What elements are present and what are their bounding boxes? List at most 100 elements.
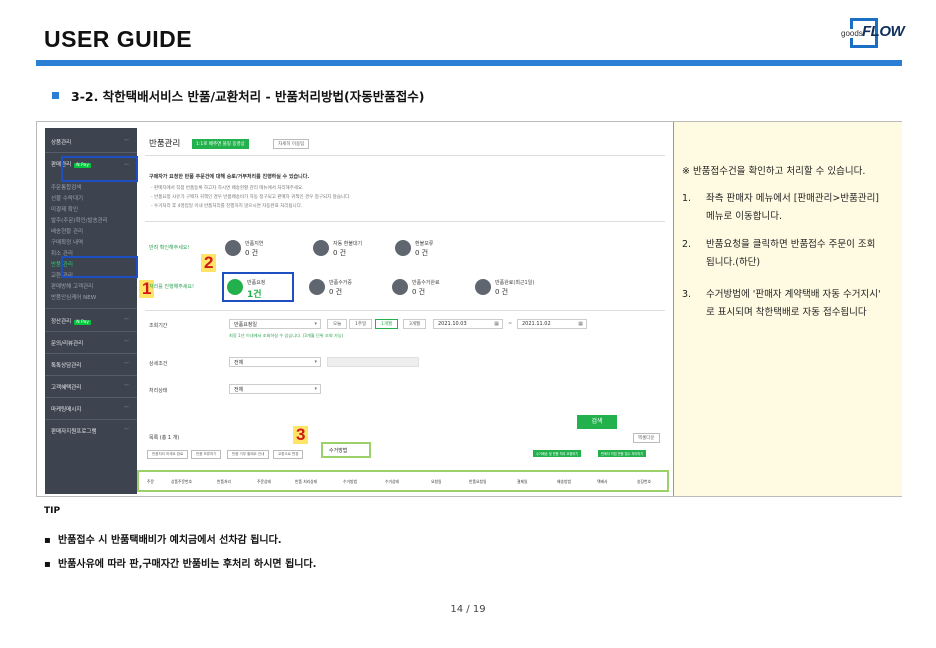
detail-condition-select[interactable]: 전체 ▾ (229, 357, 321, 367)
status-collected[interactable]: 반품수거완료 0 건 (392, 279, 462, 297)
goodsflow-logo: goods FLOW (840, 18, 905, 52)
document-icon (395, 240, 411, 256)
note-number: 3. (682, 289, 692, 300)
note-number: 2. (682, 239, 692, 250)
column-header: 수거방법 (343, 479, 357, 484)
help-button[interactable]: 자세히 이용팁 (273, 139, 310, 149)
list-count: 목록 (총 1 개) (149, 435, 180, 441)
column-header: 반품처리 (217, 479, 231, 484)
bullet-square-icon (52, 92, 59, 99)
status-label: 자동 환불대기 (333, 241, 363, 247)
chevron-down-icon: ▾ (314, 359, 317, 365)
chevron-down-icon: ▾ (314, 386, 317, 392)
divider (145, 221, 665, 222)
sidebar-divider (45, 397, 137, 398)
sidebar-item-talktalk[interactable]: 톡톡상담관리 ﹀ (45, 361, 137, 369)
sidebar-subitem[interactable]: 구매확정 내역 (45, 238, 137, 246)
sidebar-subitem[interactable]: 미결제 확인 (45, 205, 137, 213)
sidebar-item-reviews[interactable]: 문의/리뷰관리 ﹀ (45, 339, 137, 347)
sidebar-subitem[interactable]: 배송현황 관리 (45, 227, 137, 235)
status-return-done[interactable]: 반품완료(최근1일) 0 건 (475, 279, 545, 297)
date-separator: ~ (508, 321, 513, 327)
request-collect-button[interactable]: 수거배송 및 반품 처리 요청하기 (533, 450, 582, 457)
page-number: 14 / 19 (450, 604, 486, 615)
bullet-icon: ▪ (44, 559, 51, 570)
excel-download-button[interactable]: 엑셀다운 (633, 433, 660, 443)
date-to-input[interactable]: 2021.11.02 ▦ (517, 319, 587, 329)
date-from-input[interactable]: 2021.10.03 ▦ (433, 319, 503, 329)
bullet-icon: ▪ (44, 535, 51, 546)
note-item-3: 3. 수거방법에 '판매자 계약택배 자동 수거지시' 로 표시되며 착한택배로 … (682, 286, 898, 322)
sidebar-subitem[interactable]: 반품안심케어 NEW (45, 293, 137, 301)
column-header: 수거상태 (385, 479, 399, 484)
note-text: 로 표시되며 착한택배로 자동 접수됩니다 (706, 307, 867, 318)
column-header: 반품 처리상태 (295, 479, 318, 484)
sidebar-item-settlement[interactable]: 정산관리 N Pay ﹀ (45, 317, 137, 325)
list-action-button[interactable]: 반품 거부 할래요 안내 (227, 450, 270, 459)
info-line: - 수거처리 후 4영업일 이내 반품처리를 진행하지 않으시면 자동완료 처리… (151, 204, 303, 209)
step-marker-2: 2 (201, 254, 217, 272)
sidebar-item-product[interactable]: 상품관리 ﹀ (45, 138, 137, 146)
process-status-select[interactable]: 전체 ▾ (229, 384, 321, 394)
list-action-button[interactable]: 교환으로 변경 (273, 450, 304, 459)
doc-title: USER GUIDE (44, 26, 193, 52)
note-text: 반품요청을 클릭하면 반품접수 주문이 조회 (706, 239, 876, 250)
status-label: 반품수거완료 (412, 280, 440, 286)
sidebar-item-marketing[interactable]: 마케팅메시지 ﹀ (45, 405, 137, 413)
info-heading: 구매자가 요청한 반품 주문건에 대해 승로/거부처리를 진행하실 수 있습니다… (149, 174, 310, 180)
collect-method-highlight: 수거방법 (321, 442, 371, 458)
guide-video-button[interactable]: 1:1로 배추면 블링 동영상 (192, 139, 249, 149)
note-heading: ※ 반품접수건을 확인하고 처리할 수 있습니다. (682, 166, 866, 177)
list-action-button[interactable]: 반품 보류하기 (191, 450, 222, 459)
period-today-button[interactable]: 오늘 (327, 319, 348, 329)
sidebar-item-benefits[interactable]: 고객혜택관리 ﹀ (45, 383, 137, 391)
section-title: 3-2. 착한택배서비스 반품/교환처리 - 반품처리방법(자동반품접수) (52, 86, 424, 105)
period-week-button[interactable]: 1주일 (349, 319, 373, 329)
divider (145, 310, 665, 311)
content-frame: 상품관리 ﹀ 판매관리 N Pay ︿ 주문통합검색 선물 수락대기 미결제 확인 발… (36, 121, 902, 497)
column-header: 배송방법 (557, 479, 571, 484)
sidebar-item-support[interactable]: 판매자지원프로그램 ﹀ (45, 427, 137, 435)
note-item-2: 2. 반품요청을 클릭하면 반품접수 주문이 조회 됩니다.(하단) (682, 236, 898, 272)
status-label: 반품수거중 (329, 280, 353, 286)
section-title-text: 3-2. 착한택배서비스 반품/교환처리 - 반품처리방법(자동반품접수) (71, 89, 425, 104)
period-3month-button[interactable]: 3개월 (403, 319, 427, 329)
period-month-button[interactable]: 1개월 (375, 319, 399, 329)
sidebar-subitem[interactable]: 주문통합검색 (45, 183, 137, 191)
list-action-button[interactable]: 반품처리 하세요 완료 (147, 450, 189, 459)
process-status-label: 처리상태 (149, 388, 168, 394)
detail-condition-label: 상세조건 (149, 361, 168, 367)
sidebar-divider (45, 152, 137, 153)
sidebar-subitem[interactable]: 발주(주문)확인/발송관리 (45, 216, 137, 224)
calendar-icon: ▦ (494, 321, 499, 327)
direct-receive-button[interactable]: 판매자 직접 반품 접수 처리하기 (598, 450, 647, 457)
status-count: 0 건 (329, 288, 343, 296)
hourglass-icon (225, 240, 241, 256)
highlight-returns-menu (61, 256, 138, 278)
tip-bullet-1: ▪ 반품접수 시 반품택배비가 예치금에서 선차감 됩니다. (44, 531, 282, 546)
status-count: 1건 (247, 290, 262, 300)
status-auto-refund[interactable]: 자동 환불대기 0 건 (313, 240, 383, 258)
search-button[interactable]: 검색 (577, 415, 617, 429)
sidebar-divider (45, 331, 137, 332)
column-header: 결제일 (517, 479, 528, 484)
sidebar-divider (45, 419, 137, 420)
status-collecting[interactable]: 반품수거중 0 건 (309, 279, 379, 297)
tip-text: 반품접수 시 반품택배비가 예치금에서 선차감 됩니다. (58, 535, 282, 546)
period-hint: 최장 1년 이내에서 조회하실 수 있습니다. (3개월 단위 조회 가능) (229, 333, 344, 338)
sidebar-subitem[interactable]: 선물 수락대기 (45, 194, 137, 202)
note-number: 1. (682, 193, 692, 204)
note-text: 됩니다.(하단) (706, 257, 761, 268)
status-group-label: 반려 확인해주세요! (149, 245, 190, 251)
status-return-delayed[interactable]: 반품지연 0 건 (225, 240, 295, 258)
note-text: 수거방법에 '판매자 계약택배 자동 수거지시' (706, 289, 881, 300)
note-panel: ※ 반품접수건을 확인하고 처리할 수 있습니다. 1. 좌측 판매자 메뉴에서 … (674, 122, 902, 496)
status-return-request[interactable]: 반품요청 1건 (227, 279, 297, 300)
tip-text: 반품사유에 따라 판,구매자간 반품비는 후처리 하시면 됩니다. (58, 559, 317, 570)
period-type-select[interactable]: 반품요청일 ▾ (229, 319, 321, 329)
sidebar-subitem[interactable]: 판매방해 고객관리 (45, 282, 137, 290)
info-line: - 반품요청 사유가 구매자 귀책인 경우 반품배송비가 자동 청구되고 판매자… (151, 195, 351, 200)
sidebar-divider (45, 353, 137, 354)
detail-condition-input[interactable] (327, 357, 419, 367)
status-refund-hold[interactable]: 환불보류 0 건 (395, 240, 465, 258)
